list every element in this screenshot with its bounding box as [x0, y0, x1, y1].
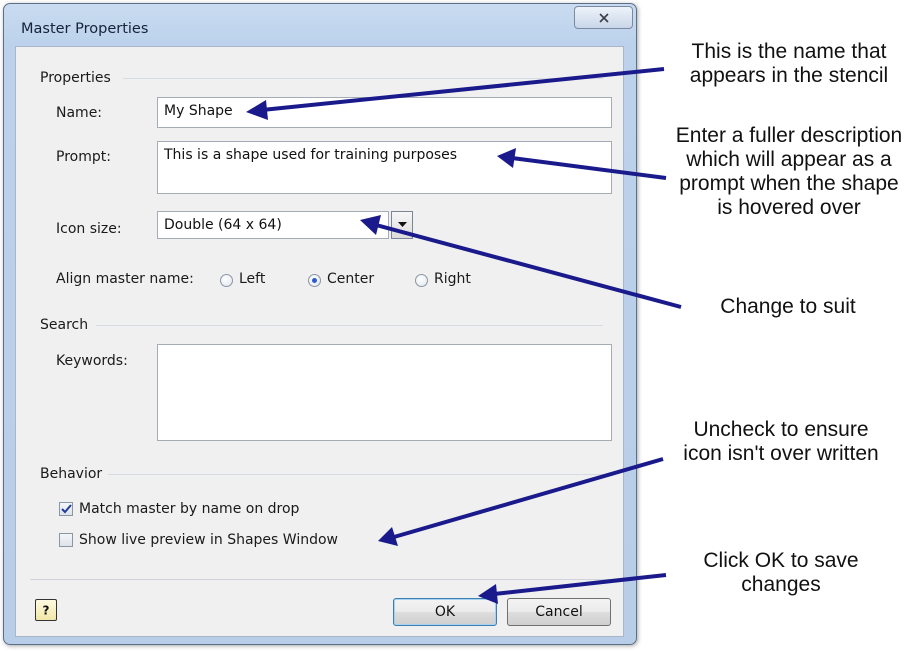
arrow-to-ok-button — [493, 573, 667, 596]
callout-live-preview-line: Uncheck to ensure — [693, 418, 869, 441]
callout-name-line: appears in the stencil — [689, 64, 889, 87]
callout-ok-line: Click OK to save — [703, 549, 859, 572]
callout-ok: Click OK to save changes — [669, 549, 893, 597]
arrow-to-name-field — [261, 67, 665, 112]
arrow-to-prompt-field — [511, 156, 667, 180]
callout-icon-size: Change to suit — [680, 295, 896, 319]
callout-prompt-line: which will appear as a — [686, 148, 892, 171]
callout-icon-size-line: Change to suit — [720, 295, 856, 318]
callout-ok-line: changes — [741, 573, 821, 596]
callout-prompt-line: Enter a fuller description — [675, 124, 903, 147]
callout-live-preview: Uncheck to ensure icon isn't over writte… — [662, 418, 900, 466]
callout-prompt: Enter a fuller description which will ap… — [657, 124, 921, 220]
callout-prompt-line: is hovered over — [717, 196, 861, 219]
arrow-to-live-preview — [393, 457, 664, 539]
callout-name-line: This is the name that — [691, 40, 887, 63]
callout-prompt-line: prompt when the shape — [679, 172, 899, 195]
callout-live-preview-line: icon isn't over written — [683, 442, 879, 465]
callout-name: This is the name that appears in the ste… — [660, 40, 918, 88]
arrow-to-icon-size — [375, 223, 682, 309]
